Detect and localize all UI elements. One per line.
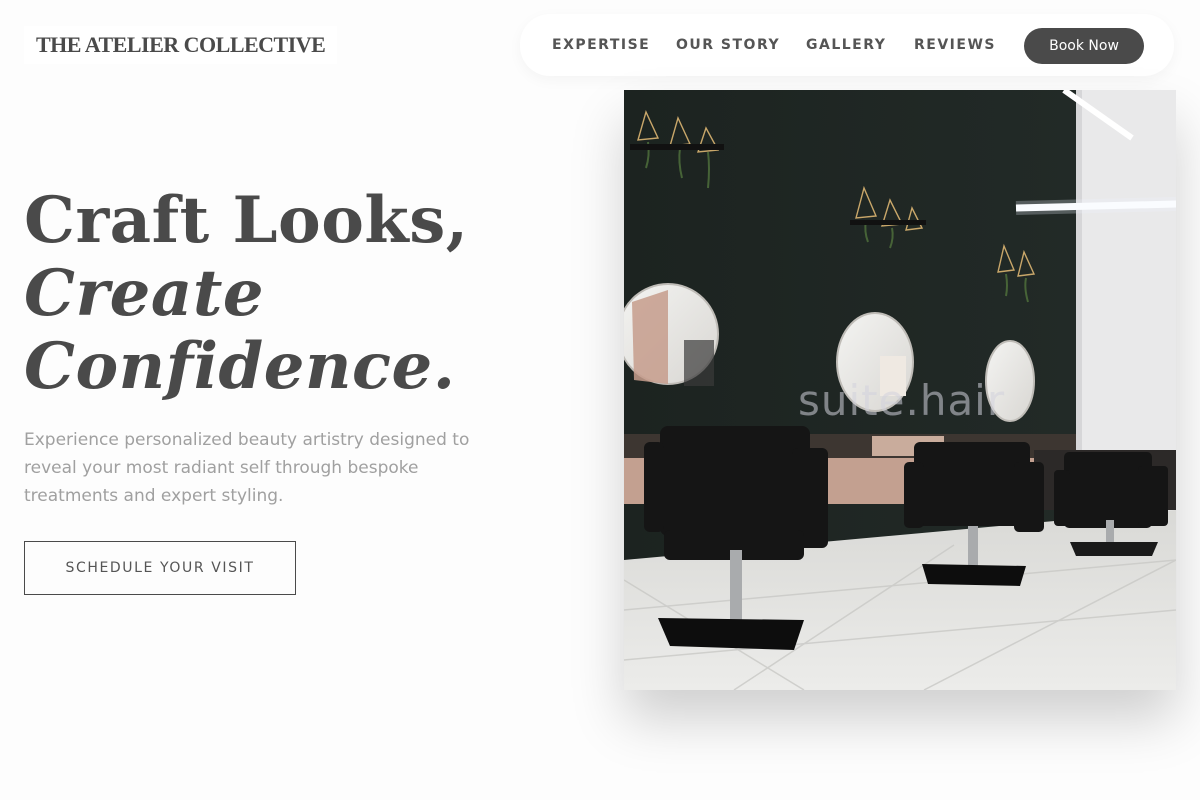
schedule-visit-button[interactable]: SCHEDULE YOUR VISIT xyxy=(24,541,296,595)
hero-title-line-2: Create xyxy=(24,256,265,331)
hero-description: Experience personalized beauty artistry … xyxy=(24,430,470,506)
brand-logo[interactable]: THE ATELIER COLLECTIVE xyxy=(24,26,338,64)
nav-link-reviews[interactable]: REVIEWS xyxy=(914,37,996,53)
hero-title-line-3: Confidence. xyxy=(24,329,456,404)
nav-link-our-story[interactable]: OUR STORY xyxy=(676,37,780,53)
book-now-button[interactable]: Book Now xyxy=(1024,28,1144,64)
salon-interior-photo: suite.hair xyxy=(624,90,1176,690)
hero-title: Craft Looks, Create Confidence. xyxy=(24,184,469,403)
main-nav: EXPERTISE OUR STORY GALLERY REVIEWS Book… xyxy=(520,14,1174,76)
image-watermark: suite.hair xyxy=(798,376,1006,425)
nav-link-expertise[interactable]: EXPERTISE xyxy=(552,37,650,53)
hero-title-line-1: Craft Looks, xyxy=(24,183,469,258)
nav-link-gallery[interactable]: GALLERY xyxy=(806,37,886,53)
